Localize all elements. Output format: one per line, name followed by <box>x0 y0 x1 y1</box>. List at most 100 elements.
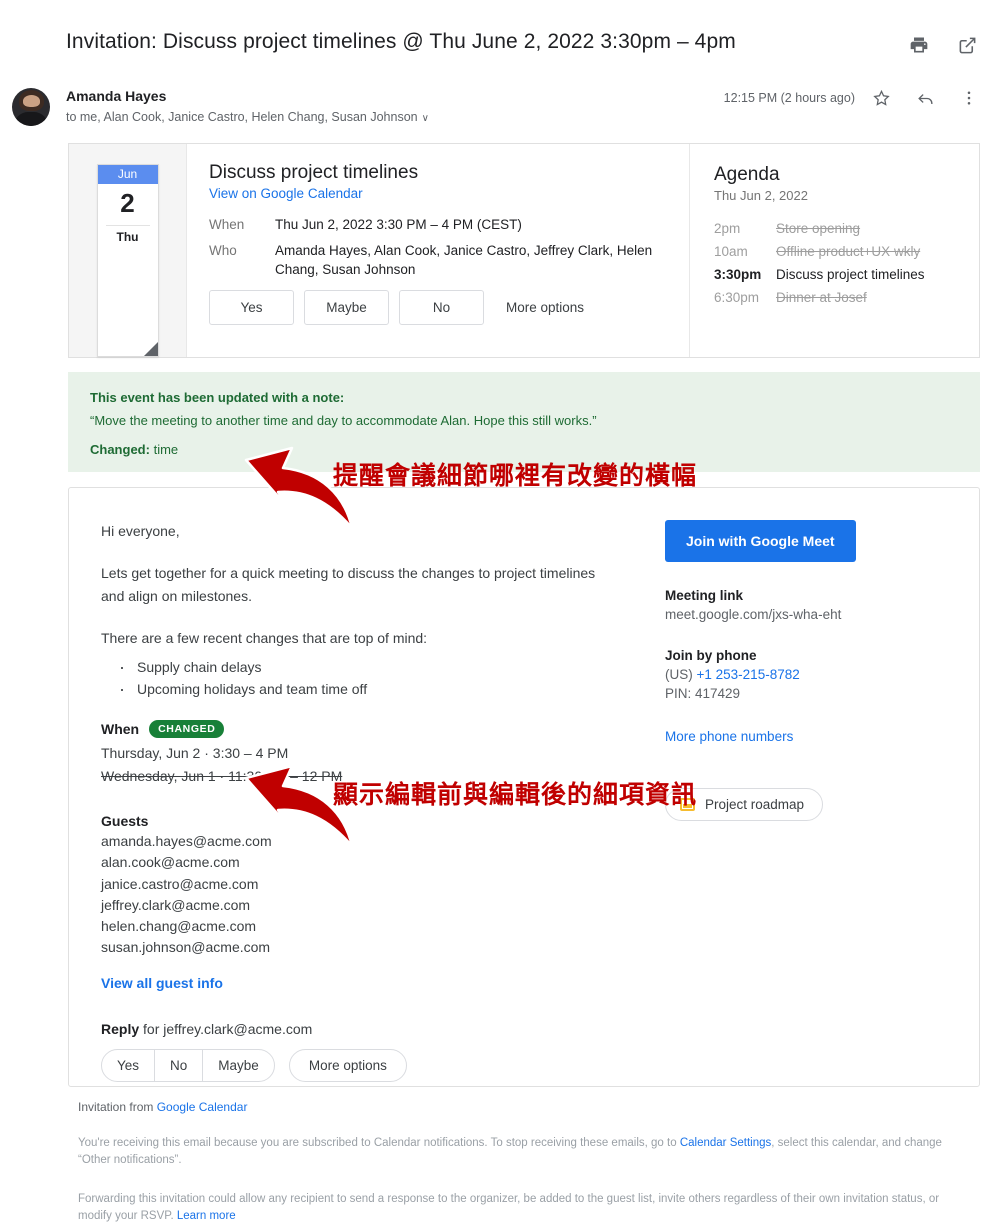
more-options-icon[interactable] <box>958 87 980 109</box>
sender-row: Amanda Hayes to me, Alan Cook, Janice Ca… <box>0 82 1000 138</box>
join-by-phone-label: Join by phone <box>665 648 757 663</box>
meeting-link-label: Meeting link <box>665 588 744 603</box>
event-who-row: Who Amanda Hayes, Alan Cook, Janice Cast… <box>209 241 669 280</box>
event-when-value: Thu Jun 2, 2022 3:30 PM – 4 PM (CEST) <box>275 217 522 232</box>
reply-no-button[interactable]: No <box>155 1049 204 1081</box>
calendar-month: Jun <box>97 165 158 184</box>
header-actions <box>908 34 978 56</box>
agenda-date: Thu Jun 2, 2022 <box>714 188 808 203</box>
join-with-google-meet-button[interactable]: Join with Google Meet <box>665 520 856 562</box>
agenda-item-time: 2pm <box>714 221 741 236</box>
agenda-item-time: 3:30pm <box>714 266 762 282</box>
agenda-item-time: 10am <box>714 243 748 259</box>
banner-note: “Move the meeting to another time and da… <box>90 413 597 428</box>
agenda-item-time: 6:30pm <box>714 289 760 305</box>
list-item: Supply chain delays <box>101 656 621 679</box>
agenda-item-name: Discuss project timelines <box>776 266 925 282</box>
phone-number-link[interactable]: +1 253-215-8782 <box>697 667 800 682</box>
event-card: Jun 2 Thu Discuss project timelines View… <box>68 143 980 358</box>
reply-maybe-button[interactable]: Maybe <box>203 1050 274 1081</box>
meeting-pin: PIN: 417429 <box>665 686 741 701</box>
reply-icon[interactable] <box>914 87 936 109</box>
event-details: Discuss project timelines View on Google… <box>187 144 689 357</box>
avatar <box>12 88 50 126</box>
agenda-item[interactable]: 6:30pm Dinner at Josef <box>714 288 959 309</box>
open-in-new-icon[interactable] <box>956 34 978 56</box>
recipient-list[interactable]: to me, Alan Cook, Janice Castro, Helen C… <box>66 110 429 124</box>
list-item: Upcoming holidays and team time off <box>101 678 621 701</box>
status-badge: CHANGED <box>149 720 225 739</box>
calendar-badge-column: Jun 2 Thu <box>69 144 187 357</box>
agenda-panel: Agenda Thu Jun 2, 2022 2pm Store opening… <box>689 144 979 357</box>
chevron-down-icon[interactable]: ∨ <box>422 113 429 124</box>
agenda-item[interactable]: 10am Offline product+UX wkly <box>714 242 959 263</box>
reply-more-options-button[interactable]: More options <box>288 1048 407 1082</box>
google-calendar-link[interactable]: Google Calendar <box>157 1100 248 1114</box>
banner-changed-value: time <box>153 442 179 457</box>
guest-email: jeffrey.clark@acme.com <box>101 896 251 913</box>
timestamp: 12:15 PM (2 hours ago) <box>723 91 855 105</box>
banner-changed-row: Changed: time <box>90 442 958 457</box>
agenda-item[interactable]: 2pm Store opening <box>714 219 959 240</box>
footer-paragraph-1: You're receiving this email because you … <box>78 1135 968 1170</box>
event-title: Discuss project timelines <box>209 162 419 183</box>
event-fields: When Thu Jun 2, 2022 3:30 PM – 4 PM (CES… <box>209 215 669 280</box>
learn-more-link[interactable]: Learn more <box>177 1210 236 1222</box>
phone-number-row: (US) +1 253-215-8782 <box>665 667 955 682</box>
footer-paragraph-2: Forwarding this invitation could allow a… <box>78 1191 968 1225</box>
agenda-item-name: Dinner at Josef <box>776 289 867 305</box>
star-icon[interactable] <box>870 87 892 109</box>
invitation-from-row: Invitation from Google Calendar <box>78 1100 968 1114</box>
calendar-settings-link[interactable]: Calendar Settings <box>680 1137 771 1149</box>
meeting-link-value[interactable]: meet.google.com/jxs-wha-eht <box>665 607 955 622</box>
agenda-item-name: Offline product+UX wkly <box>776 243 921 259</box>
when-label: When <box>101 721 140 738</box>
reply-for-text: for jeffrey.clark@acme.com <box>143 1020 313 1037</box>
message-actions <box>870 87 980 109</box>
footer-p1-text-a: You're receiving this email because you … <box>78 1137 680 1149</box>
mail-header: Invitation: Discuss project timelines @ … <box>0 0 1000 78</box>
banner-heading: This event has been updated with a note: <box>90 390 345 405</box>
calendar-fold-corner <box>143 342 158 356</box>
phone-country-code: (US) <box>665 667 693 682</box>
agenda-item-current[interactable]: 3:30pm Discuss project timelines <box>714 265 959 286</box>
attachment-name: Project roadmap <box>705 797 805 812</box>
annotation-note-2: 顯示編輯前與編輯後的細項資訊 <box>333 780 698 809</box>
agenda-list: 2pm Store opening 10am Offline product+U… <box>714 219 959 309</box>
view-all-guest-info-link[interactable]: View all guest info <box>101 975 621 991</box>
body-paragraph-2: There are a few recent changes that are … <box>101 630 428 647</box>
rsvp-no-button[interactable]: No <box>399 289 484 325</box>
rsvp-yes-button[interactable]: Yes <box>209 289 294 325</box>
sender-name: Amanda Hayes <box>66 88 167 104</box>
event-when-label: When <box>209 217 245 232</box>
more-phone-numbers-link[interactable]: More phone numbers <box>665 729 955 744</box>
reply-segmented-buttons: Yes No Maybe <box>101 1048 275 1082</box>
event-when-row: When Thu Jun 2, 2022 3:30 PM – 4 PM (CES… <box>209 215 669 235</box>
rsvp-more-options-link[interactable]: More options <box>506 300 584 315</box>
meeting-panel: Join with Google Meet Meeting link meet.… <box>665 520 955 821</box>
guest-email: janice.castro@acme.com <box>101 875 259 892</box>
reply-heading: Reply for jeffrey.clark@acme.com <box>101 1021 621 1037</box>
body-bullet-list: Supply chain delays Upcoming holidays an… <box>101 656 621 701</box>
banner-changed-label: Changed: <box>90 442 150 457</box>
calendar-weekday: Thu <box>116 230 139 244</box>
reply-buttons-row: Yes No Maybe More options <box>101 1048 621 1082</box>
agenda-item-name: Store opening <box>776 221 861 236</box>
rsvp-row: Yes Maybe No More options <box>209 289 669 325</box>
invitation-from-text: Invitation from <box>78 1100 154 1114</box>
annotation-note-1: 提醒會議細節哪裡有改變的橫幅 <box>333 461 698 490</box>
reply-label: Reply <box>101 1020 140 1037</box>
agenda-title: Agenda <box>714 164 780 185</box>
view-on-google-calendar-link[interactable]: View on Google Calendar <box>209 186 669 201</box>
email-footer: Invitation from Google Calendar You're r… <box>78 1100 968 1225</box>
guest-email: susan.johnson@acme.com <box>101 939 271 956</box>
calendar-date-badge: Jun 2 Thu <box>96 164 159 357</box>
event-who-value: Amanda Hayes, Alan Cook, Janice Castro, … <box>275 242 653 278</box>
print-icon[interactable] <box>908 34 930 56</box>
event-who-label: Who <box>209 242 237 258</box>
calendar-day: 2 <box>120 188 135 218</box>
reply-yes-button[interactable]: Yes <box>102 1049 156 1081</box>
recipient-text: to me, Alan Cook, Janice Castro, Helen C… <box>66 110 418 124</box>
page-title: Invitation: Discuss project timelines @ … <box>66 30 736 53</box>
rsvp-maybe-button[interactable]: Maybe <box>304 289 389 325</box>
